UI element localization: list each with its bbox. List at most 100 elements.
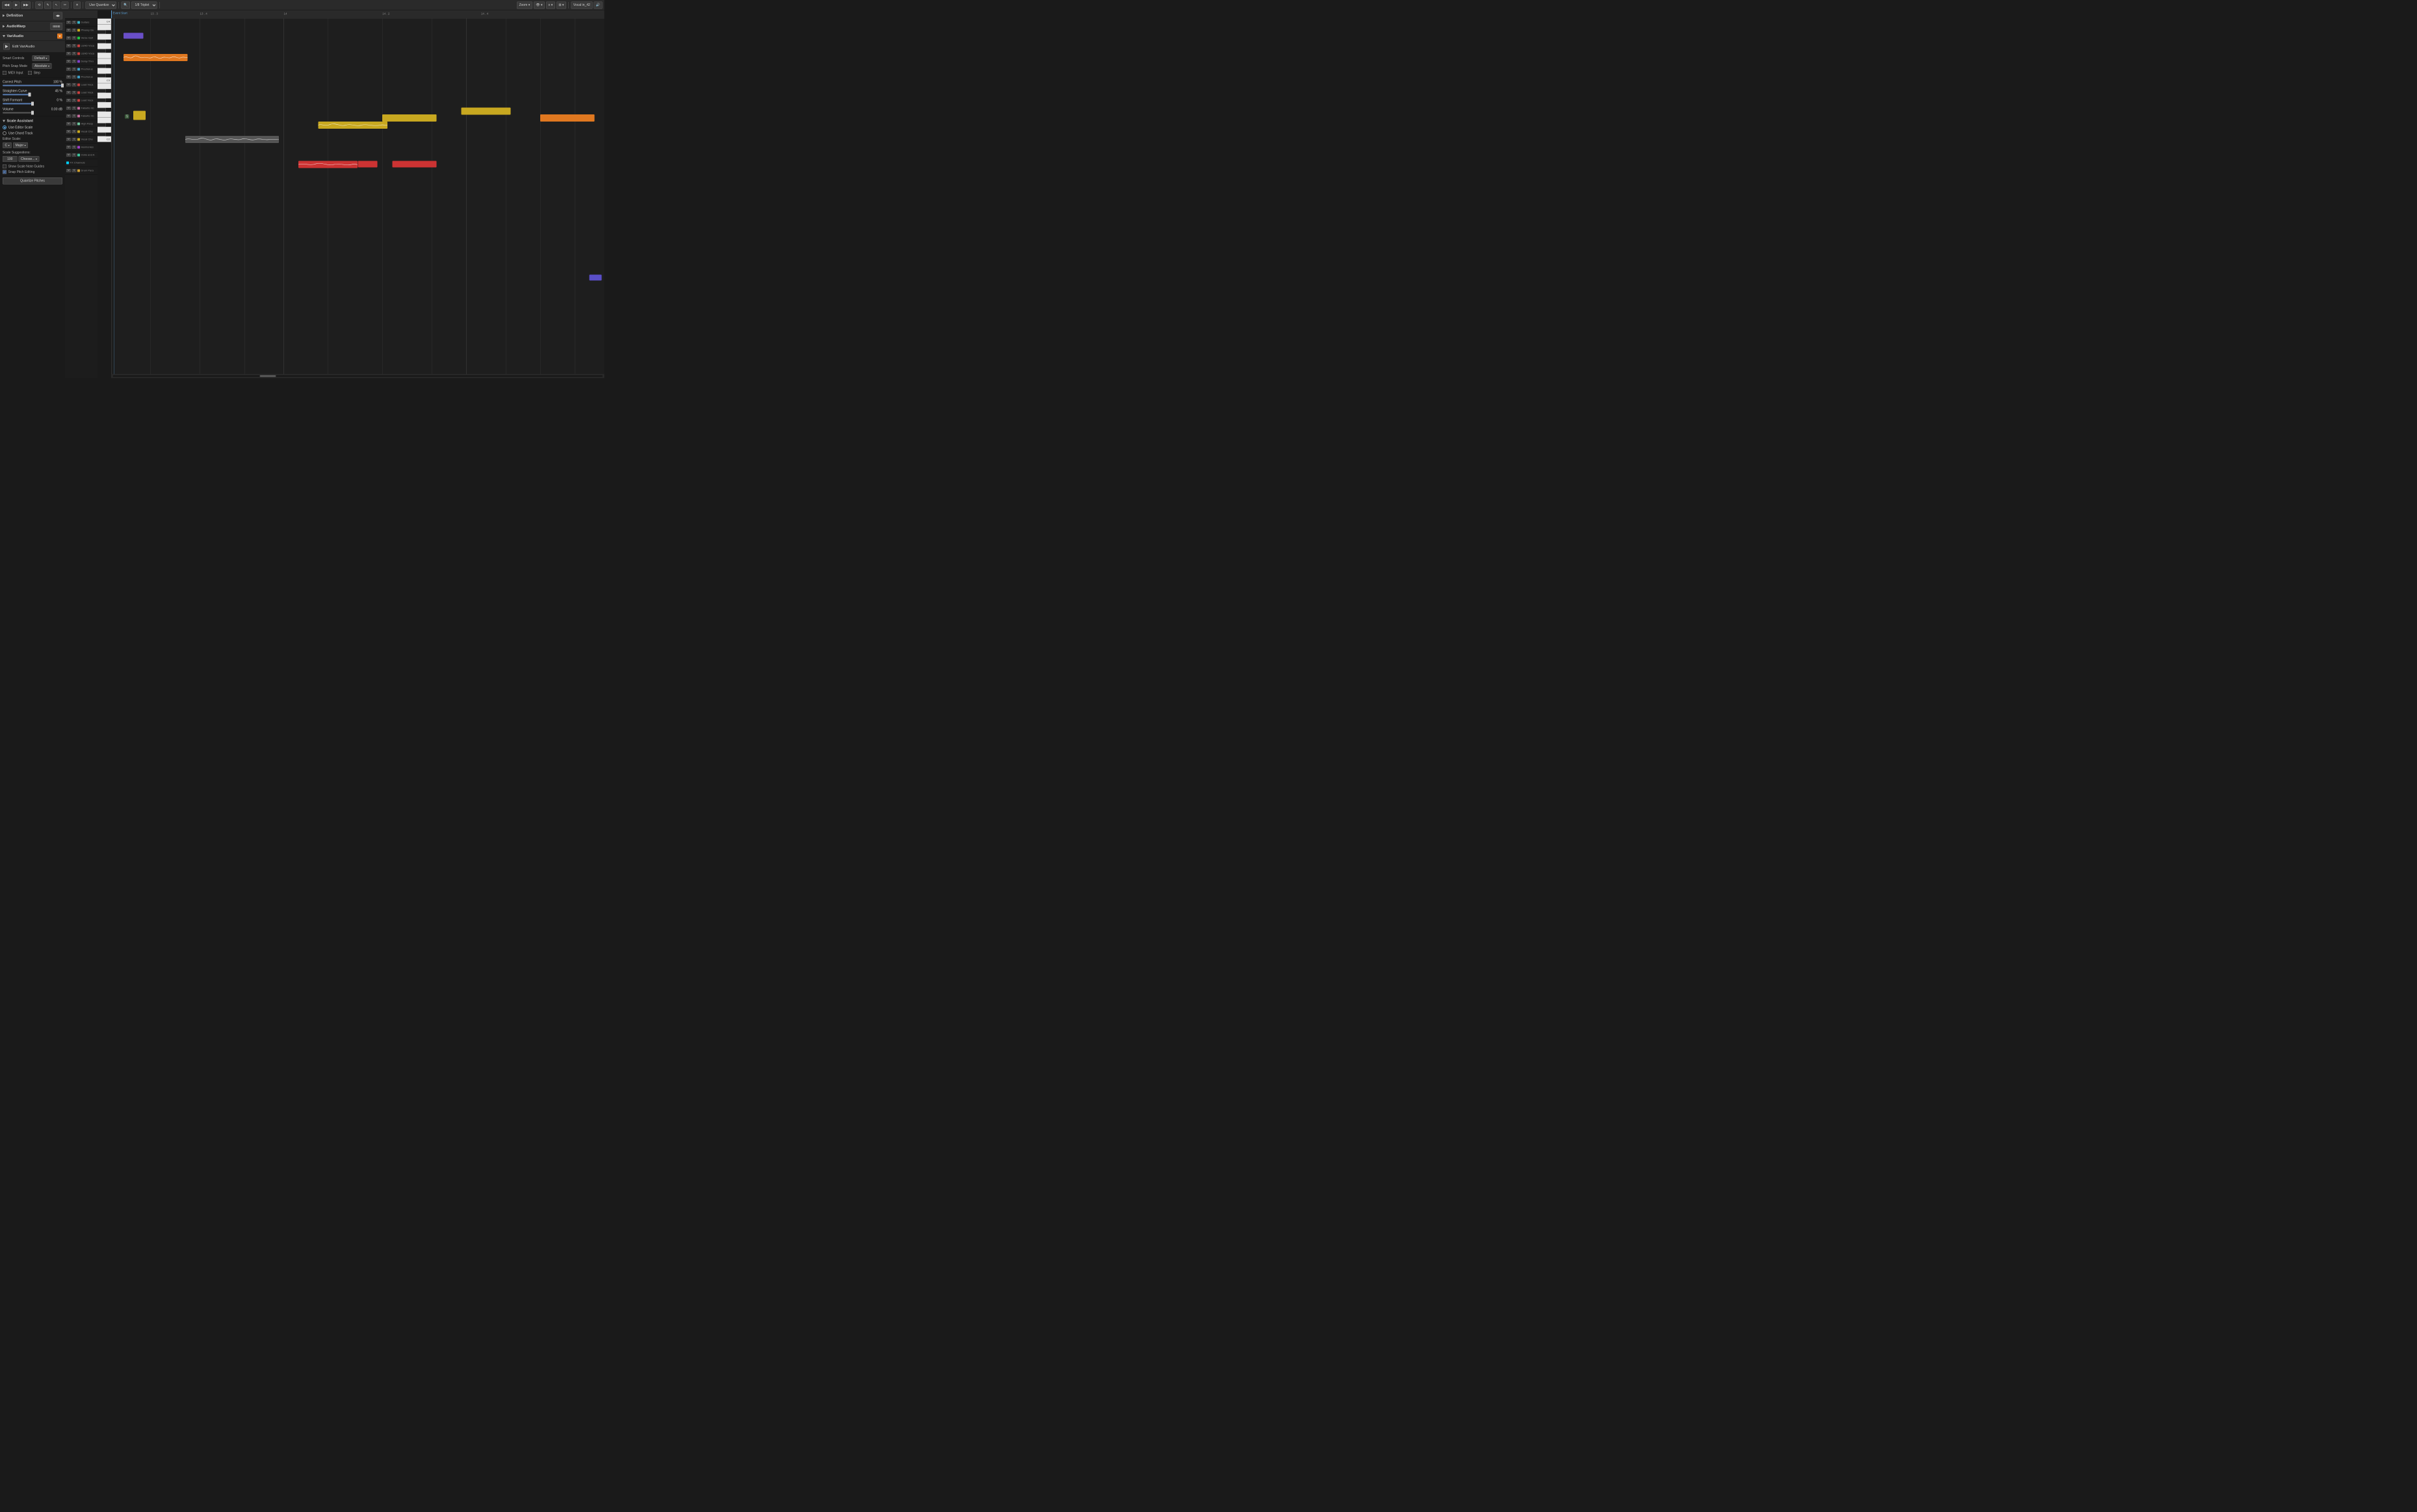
- track-m-btn[interactable]: M: [66, 75, 71, 79]
- snap-pitch-editing-checkbox[interactable]: ✓: [3, 170, 7, 174]
- track-s-btn[interactable]: S: [72, 114, 77, 118]
- track-m-btn[interactable]: M: [66, 146, 71, 149]
- track-s-btn[interactable]: S: [72, 138, 77, 141]
- note-yellow-right[interactable]: [382, 114, 436, 122]
- straighten-curve-track[interactable]: [3, 94, 62, 96]
- piano-key-D3[interactable]: [98, 68, 111, 74]
- scale-type-dropdown[interactable]: Major ▾: [13, 142, 28, 148]
- definition-header[interactable]: Definition ◀▶: [0, 10, 65, 21]
- track-m-btn[interactable]: M: [66, 130, 71, 133]
- note-purple[interactable]: [124, 33, 143, 38]
- track-m-btn[interactable]: M: [66, 21, 71, 24]
- grid-area[interactable]: Event Start 13 . 3 13 . 4 14 14 . 2 14 .…: [111, 10, 605, 378]
- use-chord-track-radio[interactable]: [3, 131, 7, 135]
- track-m-btn[interactable]: M: [66, 169, 71, 172]
- track-s-btn[interactable]: S: [72, 107, 77, 110]
- track-m-btn[interactable]: M: [66, 99, 71, 102]
- track-s-btn[interactable]: S: [72, 169, 77, 172]
- bottom-scrollbar[interactable]: [111, 374, 605, 378]
- note-orange-far[interactable]: [540, 114, 594, 122]
- zoom-button[interactable]: Zoom ▾: [517, 1, 532, 8]
- toolbar-pencil[interactable]: ✎: [44, 1, 51, 8]
- suggestions-value-input[interactable]: [3, 156, 18, 162]
- audiowarp-header[interactable]: AudioWarp ⊞⊞⊞: [0, 21, 65, 32]
- shift-formant-track[interactable]: [3, 103, 62, 105]
- track-s-btn[interactable]: S: [72, 146, 77, 149]
- track-m-btn[interactable]: M: [66, 153, 71, 157]
- toolbar-transport-back[interactable]: ◀◀: [2, 1, 12, 8]
- track-m-btn[interactable]: M: [66, 83, 71, 86]
- track-s-btn[interactable]: S: [72, 44, 77, 47]
- track-s-btn[interactable]: S: [72, 68, 77, 71]
- quantize-value-select[interactable]: 1/8 Triplet: [131, 1, 157, 8]
- track-m-btn[interactable]: M: [66, 138, 71, 141]
- note-yellow-far[interactable]: [462, 107, 511, 114]
- piano-key-C3[interactable]: C3: [98, 77, 111, 83]
- scale-assistant-header[interactable]: Scale Assistant: [3, 119, 62, 123]
- note-red-mid[interactable]: [358, 161, 377, 167]
- track-s-btn[interactable]: S: [72, 52, 77, 55]
- track-s-btn[interactable]: S: [72, 122, 77, 125]
- note-yellow-mid[interactable]: [319, 122, 387, 129]
- piano-key-F3[interactable]: [98, 53, 111, 59]
- track-m-btn[interactable]: M: [66, 52, 71, 55]
- audio-options[interactable]: 🔊: [594, 1, 602, 8]
- piano-key-A2[interactable]: [98, 93, 111, 99]
- volume-track[interactable]: [3, 112, 62, 114]
- midi-input-checkbox[interactable]: [3, 71, 7, 75]
- track-m-btn[interactable]: M: [66, 107, 71, 110]
- piano-key-G2[interactable]: [98, 102, 111, 108]
- track-m-btn[interactable]: M: [66, 44, 71, 47]
- show-scale-note-guides-checkbox[interactable]: [3, 164, 7, 168]
- track-s-btn[interactable]: S: [72, 99, 77, 102]
- toolbar-select[interactable]: ↖: [53, 1, 60, 8]
- toolbar-transport-forward[interactable]: ▶▶: [21, 1, 31, 8]
- note-gray[interactable]: [185, 136, 279, 143]
- piano-key-D2[interactable]: [98, 127, 111, 133]
- piano-key-A3[interactable]: [98, 34, 111, 40]
- variaudio-header[interactable]: VariAudio V: [0, 32, 65, 40]
- track-s-btn[interactable]: S: [72, 153, 77, 157]
- track-m-btn[interactable]: M: [66, 91, 71, 94]
- track-s-btn[interactable]: S: [72, 60, 77, 63]
- track-s-btn[interactable]: S: [72, 75, 77, 79]
- toolbar-scissors[interactable]: ✂: [61, 1, 68, 8]
- use-quantize-select[interactable]: Use Quantize: [86, 1, 117, 8]
- track-s-btn[interactable]: S: [72, 130, 77, 133]
- toolbar-transport-play[interactable]: ▶: [13, 1, 20, 8]
- track-s-btn[interactable]: S: [72, 36, 77, 40]
- track-m-btn[interactable]: M: [66, 114, 71, 118]
- mixer-options[interactable]: ≡ ▾: [546, 1, 555, 8]
- correct-pitch-track[interactable]: [3, 85, 62, 86]
- audiowarp-expand-btn[interactable]: ⊞⊞⊞: [51, 23, 62, 30]
- track-m-btn[interactable]: M: [66, 122, 71, 125]
- piano-key-C4[interactable]: C4: [98, 19, 111, 25]
- piano-key-F2[interactable]: [98, 112, 111, 118]
- track-s-btn[interactable]: S: [72, 91, 77, 94]
- track-m-btn[interactable]: M: [66, 68, 71, 71]
- quantize-pitches-button[interactable]: Quantize Pitches: [3, 177, 62, 185]
- piano-key-B3[interactable]: [98, 25, 111, 31]
- toolbar-loop[interactable]: ⟲: [36, 1, 43, 8]
- view-options[interactable]: 👁 ▾: [534, 1, 545, 8]
- toolbar-snap[interactable]: ✕: [73, 1, 81, 8]
- more-options[interactable]: ⊞ ▾: [556, 1, 566, 8]
- note-purple-small[interactable]: [590, 274, 602, 280]
- pitch-snap-mode-dropdown[interactable]: Absolute ▾: [33, 63, 52, 69]
- note-yellow-small[interactable]: [133, 111, 146, 120]
- piano-key-E2[interactable]: [98, 118, 111, 124]
- choose-dropdown[interactable]: Choose... ▾: [19, 156, 40, 162]
- piano-key-E3[interactable]: [98, 59, 111, 64]
- piano-key-G3[interactable]: [98, 44, 111, 49]
- track-s-btn[interactable]: S: [72, 29, 77, 32]
- definition-expand-btn[interactable]: ◀▶: [53, 12, 62, 20]
- scale-key-dropdown[interactable]: C ▾: [3, 142, 12, 148]
- smart-controls-dropdown[interactable]: Default ▾: [33, 55, 49, 61]
- toolbar-magnify[interactable]: 🔍: [122, 1, 130, 8]
- use-editor-scale-radio[interactable]: [3, 125, 7, 129]
- note-orange-main[interactable]: [124, 54, 188, 61]
- note-red-right[interactable]: [392, 161, 436, 167]
- note-red-left[interactable]: [298, 161, 358, 168]
- piano-key-C2[interactable]: C2: [98, 137, 111, 142]
- edit-variaudio-button[interactable]: Edit VariAudio: [0, 41, 65, 53]
